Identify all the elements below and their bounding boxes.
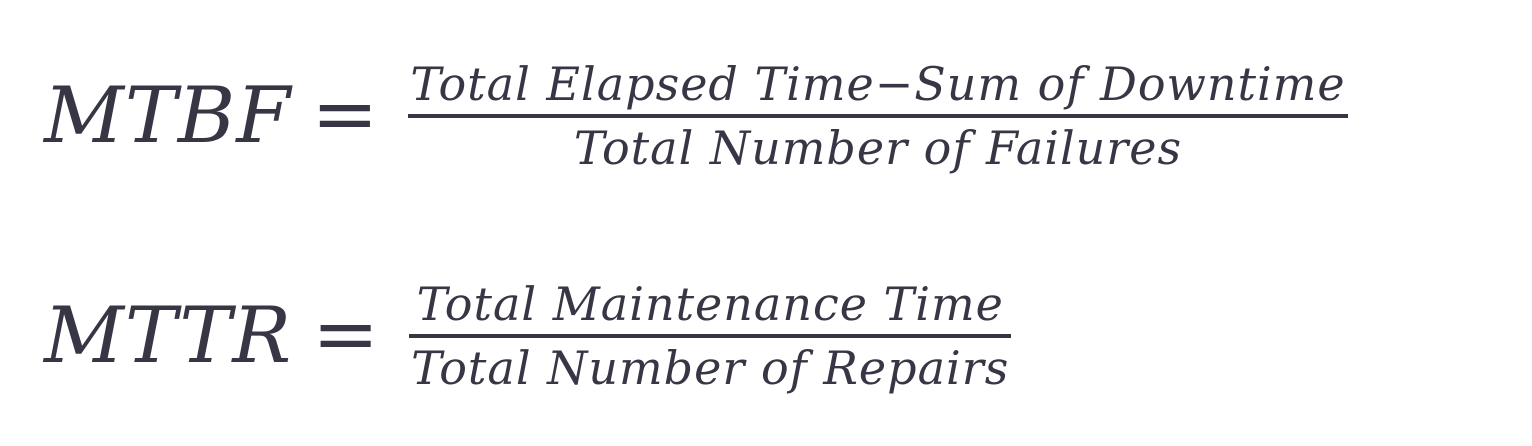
fraction-bar [409,333,1012,338]
mttr-formula: MTTR = Total Maintenance Time Total Numb… [44,277,1012,395]
mtbf-fraction: Total Elapsed Time−Sum of Downtime Total… [408,57,1348,175]
mtbf-denominator: Total Number of Failures [573,120,1183,175]
mtbf-numerator: Total Elapsed Time−Sum of Downtime [410,57,1346,111]
mttr-fraction: Total Maintenance Time Total Number of R… [409,277,1012,395]
mtbf-term: MTBF [44,71,292,162]
mttr-term: MTTR [44,291,293,382]
mttr-denominator: Total Number of Repairs [411,340,1010,395]
mttr-numerator: Total Maintenance Time [416,277,1004,331]
fraction-bar [408,113,1348,118]
equals-sign: = [312,287,380,381]
equals-sign: = [311,67,379,161]
mtbf-formula: MTBF = Total Elapsed Time−Sum of Downtim… [44,58,1348,175]
formula-page: MTBF = Total Elapsed Time−Sum of Downtim… [0,0,1532,446]
